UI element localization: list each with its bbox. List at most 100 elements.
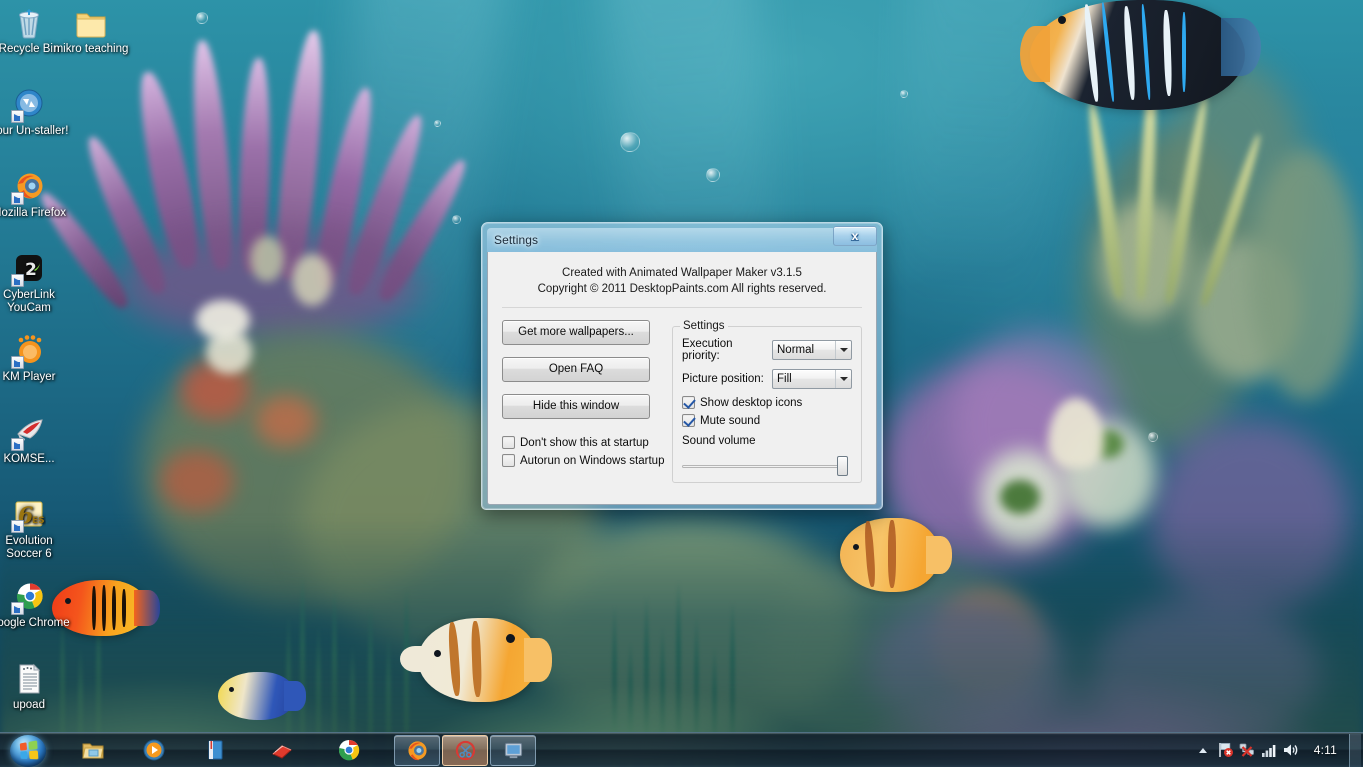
- taskbar-window-animated-wallpaper[interactable]: [490, 735, 536, 766]
- bubble: [434, 120, 441, 127]
- show-desktop-icons-checkbox[interactable]: Show desktop icons: [682, 396, 852, 409]
- desktop-icon-your-uninstaller[interactable]: Your Un-staller!: [0, 88, 71, 138]
- picture-position-row: Picture position: Fill: [682, 369, 852, 389]
- shortcut-overlay-icon: [11, 274, 24, 287]
- chevron-down-icon: [835, 341, 851, 359]
- desktop-icon-label: KM Player: [0, 371, 71, 384]
- autorun-on-startup-checkbox[interactable]: Autorun on Windows startup: [502, 454, 666, 467]
- taskbar[interactable]: 4:11: [0, 732, 1363, 767]
- show-hidden-icons-button[interactable]: [1192, 737, 1214, 763]
- youcam-icon: 2: [12, 252, 46, 286]
- pes6-icon: 6 ES: [12, 498, 46, 532]
- dialog-body: Created with Animated Wallpaper Maker v3…: [487, 252, 877, 505]
- mute-sound-checkbox[interactable]: Mute sound: [682, 414, 852, 427]
- slider-thumb[interactable]: [837, 456, 848, 476]
- snipping-tool-icon: [455, 740, 476, 761]
- windows-flag-icon: [20, 740, 39, 759]
- desktop-icon-evolution-soccer-6[interactable]: 6 ES Evolution Soccer 6: [0, 498, 71, 561]
- bubble: [1148, 432, 1158, 442]
- signal-bars-icon[interactable]: [1258, 737, 1280, 763]
- shortcut-overlay-icon: [11, 438, 24, 451]
- picture-position-value: Fill: [773, 373, 835, 385]
- settings-dialog[interactable]: Settings x Created with Animated Wallpap…: [481, 222, 883, 510]
- taskbar-dictionary[interactable]: [261, 735, 302, 766]
- taskbar-window-snipping-tool[interactable]: [442, 735, 488, 766]
- taskbar-windows-area: [393, 735, 537, 766]
- desktop-icon-google-chrome[interactable]: Google Chrome: [0, 580, 71, 630]
- checkbox-box: [502, 454, 515, 467]
- shortcut-overlay-icon: [11, 192, 24, 205]
- kmplayer-icon: [12, 334, 46, 368]
- open-faq-button[interactable]: Open FAQ: [502, 357, 650, 382]
- firefox-icon: [12, 170, 46, 204]
- shortcut-overlay-icon: [11, 602, 24, 615]
- chrome-icon: [338, 739, 360, 761]
- volume-icon[interactable]: [1280, 737, 1302, 763]
- quick-launch-area: [64, 735, 369, 766]
- get-more-wallpapers-button[interactable]: Get more wallpapers...: [502, 320, 650, 345]
- recycle-bin-icon: [12, 6, 46, 40]
- desktop-icon-label: Evolution Soccer 6: [0, 535, 71, 561]
- credits-line-2: Copyright © 2011 DesktopPaints.com All r…: [488, 281, 876, 297]
- taskbar-media-player[interactable]: [133, 735, 174, 766]
- media-player-icon: [143, 739, 165, 761]
- taskbar-windows-explorer[interactable]: [72, 735, 113, 766]
- sound-volume-label: Sound volume: [682, 435, 852, 447]
- chrome-icon: [12, 580, 46, 614]
- bubble: [620, 132, 640, 152]
- red-book-icon: [271, 739, 293, 761]
- checkbox-box: [682, 414, 695, 427]
- desktop-icon-mikro-teaching[interactable]: mikro teaching: [49, 6, 133, 56]
- dialog-left-column: Get more wallpapers... Open FAQ Hide thi…: [502, 320, 666, 483]
- settings-group: Settings Execution priority: Normal Pict…: [672, 320, 862, 483]
- small-tang-fish: [218, 672, 296, 720]
- desktop-icon-label: upoad: [0, 699, 71, 712]
- book-reader-icon: [204, 739, 226, 761]
- svg-text:ES: ES: [32, 516, 45, 526]
- checkbox-label: Show desktop icons: [700, 397, 802, 409]
- checkbox-label: Mute sound: [700, 415, 760, 427]
- dialog-title: Settings: [487, 233, 538, 247]
- monitor-icon: [503, 740, 524, 761]
- bubble: [196, 12, 208, 24]
- desktop-icon-label: Google Chrome: [0, 617, 71, 630]
- hide-this-window-button[interactable]: Hide this window: [502, 394, 650, 419]
- close-button[interactable]: x: [833, 226, 877, 246]
- picture-position-dropdown[interactable]: Fill: [772, 369, 852, 389]
- shortcut-overlay-icon: [11, 520, 24, 533]
- windows-explorer-icon: [82, 739, 104, 761]
- checkbox-box: [502, 436, 515, 449]
- picture-position-label: Picture position:: [682, 373, 772, 385]
- checkbox-label: Autorun on Windows startup: [520, 455, 664, 467]
- text-document-icon: [12, 662, 46, 696]
- desktop-icon-cyberlink-youcam[interactable]: 2 CyberLink YouCam: [0, 252, 71, 315]
- komse-icon: [12, 416, 46, 450]
- desktop-icon-label: CyberLink YouCam: [0, 289, 71, 315]
- desktop-icon-km-player[interactable]: KM Player: [0, 334, 71, 384]
- desktop-icon-mozilla-firefox[interactable]: Mozilla Firefox: [0, 170, 71, 220]
- show-desktop-button[interactable]: [1349, 734, 1361, 767]
- system-tray: 4:11: [1192, 733, 1363, 767]
- desktop-icon-komse[interactable]: KOMSE...: [0, 416, 71, 466]
- network-icon[interactable]: [1236, 737, 1258, 763]
- taskbar-google-chrome[interactable]: [328, 735, 369, 766]
- checkbox-label: Don't show this at startup: [520, 437, 649, 449]
- angelfish: [1030, 0, 1245, 110]
- settings-group-legend: Settings: [680, 320, 728, 332]
- sound-volume-slider[interactable]: [682, 456, 848, 476]
- desktop-icon-upoad[interactable]: upoad: [0, 662, 71, 712]
- dont-show-at-startup-checkbox[interactable]: Don't show this at startup: [502, 436, 666, 449]
- execution-priority-dropdown[interactable]: Normal: [772, 340, 852, 360]
- dialog-title-bar[interactable]: Settings x: [487, 228, 877, 252]
- taskbar-clock[interactable]: 4:11: [1302, 733, 1347, 767]
- reef-floor: [0, 517, 1363, 767]
- shortcut-overlay-icon: [11, 356, 24, 369]
- action-center-icon[interactable]: [1214, 737, 1236, 763]
- desktop-icon-label: mikro teaching: [49, 43, 133, 56]
- taskbar-window-firefox[interactable]: [394, 735, 440, 766]
- chevron-up-icon: [1199, 748, 1207, 753]
- credits-text: Created with Animated Wallpaper Maker v3…: [488, 252, 876, 297]
- taskbar-book-reader[interactable]: [194, 735, 235, 766]
- start-button[interactable]: [2, 734, 54, 767]
- execution-priority-value: Normal: [773, 344, 835, 356]
